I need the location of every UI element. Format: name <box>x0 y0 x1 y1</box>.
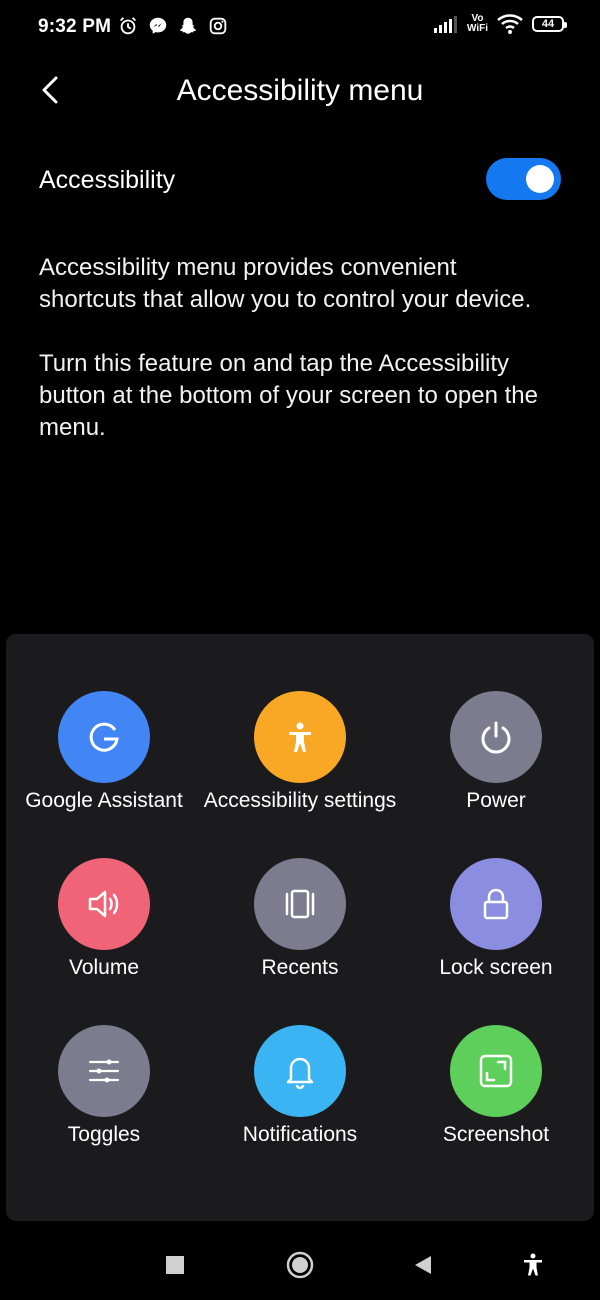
power-icon <box>481 721 511 754</box>
menu-item-google-assistant[interactable]: Google Assistant <box>6 691 202 814</box>
system-icons: Vo WiFi 44 <box>433 14 567 34</box>
lock-screen-circle <box>450 858 542 950</box>
toggles-circle <box>58 1025 150 1117</box>
instagram-icon <box>209 17 227 35</box>
recents-icon <box>285 889 315 919</box>
page-title: Accessibility menu <box>176 74 424 107</box>
menu-item-accessibility-settings[interactable]: Accessibility settings <box>202 691 398 814</box>
menu-label: Lock screen <box>439 956 553 979</box>
vowifi-label: Vo WiFi <box>467 14 488 34</box>
accessibility-icon <box>524 1253 542 1276</box>
back-nav-button[interactable] <box>408 1250 438 1280</box>
power-circle <box>450 691 542 783</box>
notification-icons <box>117 15 229 37</box>
status-time: 9:32 PM <box>38 16 112 37</box>
battery-level: 44 <box>541 18 555 30</box>
menu-item-power[interactable]: Power <box>398 691 594 814</box>
menu-item-volume[interactable]: Volume <box>6 858 202 981</box>
menu-item-toggles[interactable]: Toggles <box>6 1025 202 1148</box>
menu-label: Recents <box>261 956 339 979</box>
toggle-knob <box>526 165 554 193</box>
menu-label: Screenshot <box>442 1123 550 1146</box>
accessibility-menu-panel: Google Assistant Accessibility settings … <box>6 634 594 1221</box>
accessibility-settings-circle <box>254 691 346 783</box>
wifi-icon <box>497 14 523 34</box>
back-triangle-icon <box>415 1256 431 1274</box>
home-nav-button[interactable] <box>285 1250 315 1280</box>
menu-label: Accessibility settings <box>203 789 397 812</box>
volume-icon <box>88 890 119 918</box>
screenshot-circle <box>450 1025 542 1117</box>
accessibility-toggle-row[interactable]: Accessibility <box>39 158 561 202</box>
notifications-circle <box>254 1025 346 1117</box>
home-circle-icon <box>286 1251 314 1279</box>
recents-circle <box>254 858 346 950</box>
screenshot-icon <box>479 1054 513 1088</box>
google-assistant-circle <box>58 691 150 783</box>
messenger-icon <box>149 17 167 34</box>
accessibility-toggle-switch[interactable] <box>486 158 561 200</box>
snapchat-icon <box>179 17 197 34</box>
accessibility-nav-button[interactable] <box>518 1250 548 1280</box>
description-paragraph-2: Turn this feature on and tap the Accessi… <box>39 350 538 441</box>
recents-nav-button[interactable] <box>160 1250 190 1280</box>
menu-label: Power <box>466 789 526 812</box>
battery-indicator: 44 <box>532 16 567 32</box>
toggle-label: Accessibility <box>39 166 176 194</box>
menu-label: Volume <box>68 956 140 979</box>
menu-label: Google Assistant <box>25 789 183 812</box>
square-icon <box>166 1256 184 1274</box>
volume-circle <box>58 858 150 950</box>
vowifi-bottom: WiFi <box>466 23 488 34</box>
menu-label: Toggles <box>67 1123 141 1146</box>
menu-item-recents[interactable]: Recents <box>202 858 398 981</box>
bell-icon <box>286 1057 314 1090</box>
status-bar: 9:32 PM Vo WiFi 44 <box>0 0 600 56</box>
signal-icon <box>433 16 457 33</box>
menu-item-screenshot[interactable]: Screenshot <box>398 1025 594 1148</box>
description-paragraph-1: Accessibility menu provides convenient s… <box>39 254 532 313</box>
accessibility-person-icon <box>289 722 311 752</box>
lock-icon <box>483 888 509 920</box>
navigation-bar <box>0 1236 600 1292</box>
description: Accessibility menu provides convenient s… <box>39 252 559 476</box>
alarm-icon <box>120 17 136 35</box>
sliders-icon <box>88 1059 120 1083</box>
menu-item-lock-screen[interactable]: Lock screen <box>398 858 594 981</box>
menu-item-notifications[interactable]: Notifications <box>202 1025 398 1148</box>
menu-label: Notifications <box>242 1123 358 1146</box>
google-g-icon <box>89 722 119 752</box>
